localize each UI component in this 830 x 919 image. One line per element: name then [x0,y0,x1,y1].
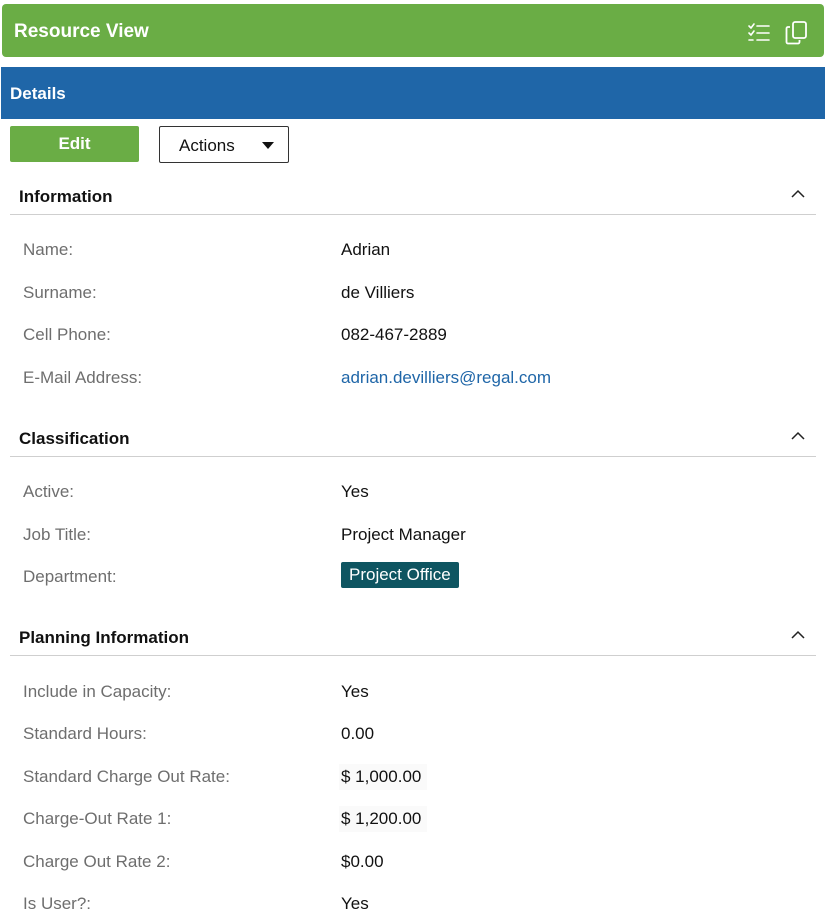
field-row-department: Department: Project Office [23,562,803,591]
field-row-job-title: Job Title: Project Manager [23,525,803,549]
field-value: 0.00 [341,724,375,743]
department-tag[interactable]: Project Office [341,562,459,588]
field-label: Cell Phone: [23,325,111,344]
field-label: Job Title: [23,525,92,544]
field-label: Surname: [23,283,97,302]
caret-down-icon [262,142,274,149]
field-value: $ 1,000.00 [341,767,422,786]
window-title-bar: Resource View [2,4,824,57]
field-value: Adrian [341,240,391,259]
field-value: $0.00 [341,852,384,871]
field-row-active: Active: Yes [23,482,803,506]
field-value: Yes [341,894,369,913]
section-title: Information [19,187,113,206]
chevron-up-icon[interactable] [790,629,806,641]
field-label: Charge Out Rate 2: [23,852,171,871]
checklist-icon[interactable] [746,20,772,46]
field-row-rate-1: Charge-Out Rate 1: $ 1,200.00 [23,806,803,833]
field-row-name: Name: Adrian [23,240,803,264]
field-row-surname: Surname: de Villiers [23,283,803,307]
field-label: Name: [23,240,74,259]
field-label: Standard Hours: [23,724,147,743]
email-link[interactable]: adrian.devilliers@regal.com [341,368,551,388]
field-value: Project Manager [341,525,466,544]
field-label: Include in Capacity: [23,682,172,701]
section-title: Classification [19,429,130,448]
field-label: Charge-Out Rate 1: [23,809,172,828]
field-label: Standard Charge Out Rate: [23,767,230,786]
actions-label: Actions [179,136,235,155]
field-row-cell-phone: Cell Phone: 082-467-2889 [23,325,803,349]
field-value: 082-467-2889 [341,325,447,344]
chevron-up-icon[interactable] [790,430,806,442]
field-value: de Villiers [341,283,415,302]
edit-button[interactable]: Edit [10,126,139,162]
field-row-include-capacity: Include in Capacity: Yes [23,682,803,706]
window-title: Resource View [14,21,149,42]
chevron-up-icon[interactable] [790,188,806,200]
field-value: $ 1,200.00 [341,809,422,828]
field-label: E-Mail Address: [23,368,143,387]
section-classification-header[interactable]: Classification [10,424,816,457]
section-information-header[interactable]: Information [10,182,816,215]
field-label: Department: [23,567,117,586]
section-planning-header[interactable]: Planning Information [10,623,816,656]
field-row-email: E-Mail Address: adrian.devilliers@regal.… [23,368,803,392]
copy-icon[interactable] [784,20,810,46]
field-value: Yes [341,482,369,501]
field-label: Active: [23,482,75,501]
field-value: Yes [341,682,369,701]
details-header: Details [1,67,825,119]
field-row-rate-2: Charge Out Rate 2: $0.00 [23,852,803,876]
actions-dropdown[interactable]: Actions [159,126,289,163]
field-row-standard-hours: Standard Hours: 0.00 [23,724,803,748]
details-label: Details [10,84,66,103]
section-title: Planning Information [19,628,189,647]
field-label: Is User?: [23,894,92,913]
field-row-standard-rate: Standard Charge Out Rate: $ 1,000.00 [23,764,803,791]
field-row-is-user: Is User?: Yes [23,894,803,918]
